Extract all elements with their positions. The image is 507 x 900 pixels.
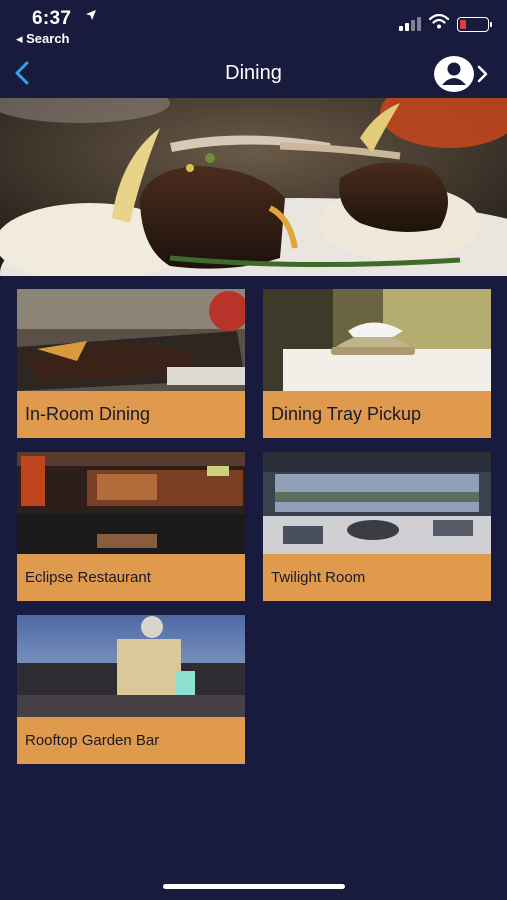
status-time: 6:37 xyxy=(32,8,72,29)
home-indicator[interactable] xyxy=(163,884,345,889)
twilight-room-image xyxy=(263,452,491,554)
profile-button[interactable] xyxy=(433,55,489,98)
card-dining-tray-pickup[interactable]: Dining Tray Pickup xyxy=(263,289,491,438)
card-eclipse-restaurant[interactable]: Eclipse Restaurant xyxy=(17,452,245,601)
nav-bar: Dining xyxy=(0,50,507,98)
wifi-icon xyxy=(428,13,450,34)
hero-food-image xyxy=(0,98,507,276)
card-twilight-room[interactable]: Twilight Room xyxy=(263,452,491,601)
rooftop-garden-bar-image xyxy=(17,615,245,717)
card-label: Eclipse Restaurant xyxy=(17,554,245,601)
location-arrow-icon xyxy=(85,8,97,24)
status-icons xyxy=(399,13,492,34)
card-label: Dining Tray Pickup xyxy=(263,391,491,438)
dining-tray-pickup-image xyxy=(263,289,491,391)
chevron-right-icon xyxy=(477,64,489,89)
signal-icon xyxy=(399,17,421,31)
page-title: Dining xyxy=(225,62,282,84)
user-icon xyxy=(433,55,475,98)
status-bar: 6:37 ◂ Search xyxy=(0,0,507,50)
card-rooftop-garden-bar[interactable]: Rooftop Garden Bar xyxy=(17,615,245,764)
back-to-search-link[interactable]: ◂ Search xyxy=(16,31,70,47)
card-label: Twilight Room xyxy=(263,554,491,601)
card-in-room-dining[interactable]: In-Room Dining xyxy=(17,289,245,438)
battery-icon xyxy=(457,16,492,32)
card-label: In-Room Dining xyxy=(17,391,245,438)
eclipse-restaurant-image xyxy=(17,452,245,554)
in-room-dining-image xyxy=(17,289,245,391)
card-label: Rooftop Garden Bar xyxy=(17,717,245,764)
